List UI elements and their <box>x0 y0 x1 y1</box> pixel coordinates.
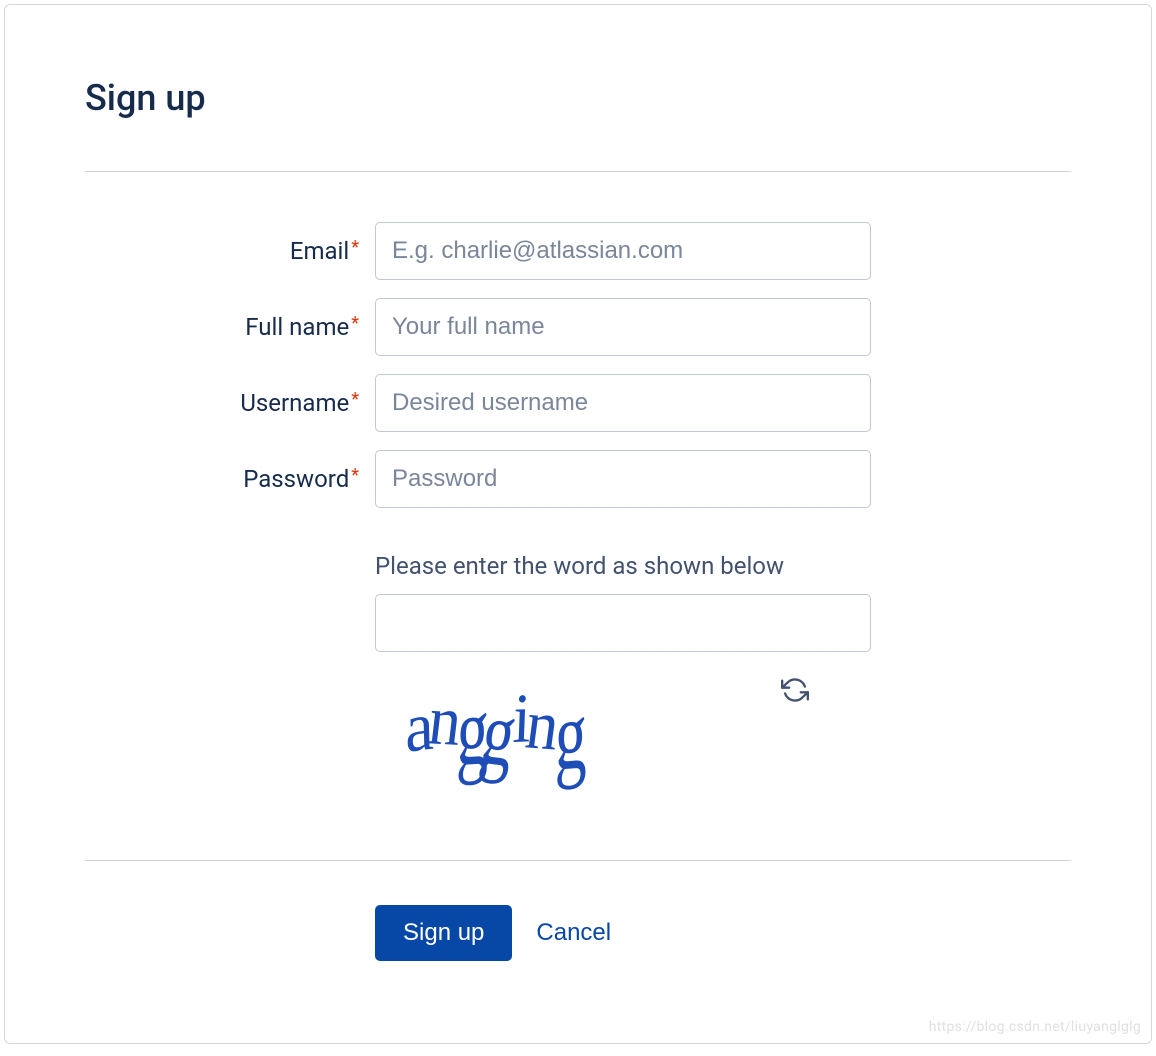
fullname-label: Full name* <box>85 313 375 341</box>
fullname-label-text: Full name <box>245 313 349 341</box>
cancel-button[interactable]: Cancel <box>536 919 611 947</box>
password-label-text: Password <box>243 465 349 493</box>
captcha-input[interactable] <box>375 594 871 652</box>
email-label: Email* <box>85 237 375 265</box>
required-asterisk: * <box>351 313 359 334</box>
fullname-row: Full name* <box>85 298 1071 356</box>
captcha-image-row: angging <box>375 670 871 810</box>
username-input[interactable] <box>375 374 871 432</box>
username-row: Username* <box>85 374 1071 432</box>
divider-bottom <box>85 860 1071 861</box>
email-input[interactable] <box>375 222 871 280</box>
username-label-text: Username <box>240 389 349 417</box>
password-label: Password* <box>85 465 375 493</box>
captcha-prompt: Please enter the word as shown below <box>375 552 871 580</box>
required-asterisk: * <box>351 465 359 486</box>
email-label-text: Email <box>290 237 349 265</box>
watermark: https://blog.csdn.net/liuyanglglg <box>929 1019 1141 1035</box>
required-asterisk: * <box>351 389 359 410</box>
required-asterisk: * <box>351 237 359 258</box>
signup-card: Sign up Email* Full name* Username* <box>4 4 1152 1044</box>
captcha-section: Please enter the word as shown below ang… <box>375 552 871 810</box>
password-input[interactable] <box>375 450 871 508</box>
email-row: Email* <box>85 222 1071 280</box>
refresh-icon[interactable] <box>781 676 811 706</box>
form-actions: Sign up Cancel <box>375 905 1071 961</box>
signup-form: Email* Full name* Username* Pass <box>85 172 1071 961</box>
signup-button[interactable]: Sign up <box>375 905 512 961</box>
fullname-input[interactable] <box>375 298 871 356</box>
username-label: Username* <box>85 389 375 417</box>
page-title: Sign up <box>85 77 1071 119</box>
password-row: Password* <box>85 450 1071 508</box>
captcha-image: angging <box>402 682 586 763</box>
